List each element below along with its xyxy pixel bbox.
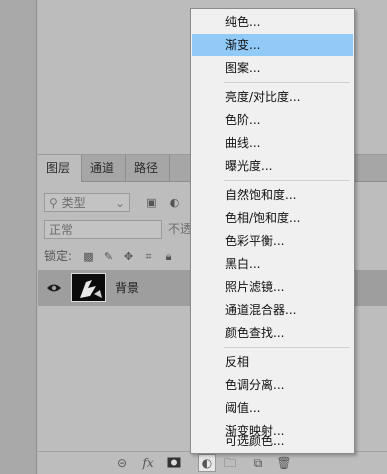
left-panel-strip <box>0 0 37 474</box>
folder-icon[interactable]: 🗀︎ <box>222 455 238 471</box>
menu-item-posterize[interactable]: 色调分离... <box>192 374 353 396</box>
chevron-down-icon: ⌄ <box>114 196 125 210</box>
menu-item-brightness-contrast[interactable]: 亮度/对比度... <box>192 86 353 108</box>
menu-item-curves[interactable]: 曲线... <box>192 132 353 154</box>
visibility-toggle[interactable] <box>38 270 69 306</box>
lock-brush-icon[interactable]: ✎ <box>102 250 115 263</box>
tab-channels[interactable]: 通道 <box>82 155 126 182</box>
trash-icon[interactable]: 🗑︎ <box>276 455 292 471</box>
menu-separator <box>224 180 350 181</box>
blend-mode-select[interactable]: 正常 <box>44 220 162 239</box>
lock-move-icon[interactable]: ✥ <box>122 250 135 263</box>
filter-kind-label: 类型 <box>61 196 86 210</box>
layer-thumbnail-image <box>80 280 102 298</box>
opacity-label: 不透 <box>168 222 193 236</box>
eye-icon <box>47 284 61 292</box>
lock-artboard-icon[interactable]: ⌗ <box>142 250 155 263</box>
menu-item-channel-mixer[interactable]: 通道混合器... <box>192 299 353 321</box>
menu-item-vibrance[interactable]: 自然饱和度... <box>192 184 353 206</box>
menu-item-exposure[interactable]: 曝光度... <box>192 155 353 177</box>
layer-name[interactable]: 背景 <box>115 270 139 306</box>
menu-item-selective-color[interactable]: 可选颜色... <box>192 431 353 451</box>
menu-item-levels[interactable]: 色阶... <box>192 109 353 131</box>
menu-item-solid-color[interactable]: 纯色... <box>192 11 353 33</box>
adjustment-layer-menu: 纯色... 渐变... 图案... 亮度/对比度... 色阶... 曲线... … <box>190 8 355 454</box>
menu-item-black-white[interactable]: 黑白... <box>192 253 353 275</box>
adjustment-filter-icon[interactable]: ◐ <box>168 196 181 209</box>
lock-all-icon[interactable]: 🔒︎ <box>162 250 175 263</box>
layers-bottom-bar: ⊝ fx ◐ 🗀︎ ⧉ 🗑︎ <box>38 451 387 474</box>
tab-paths[interactable]: 路径 <box>126 155 170 182</box>
blend-mode-value: 正常 <box>49 223 74 237</box>
layer-thumbnail <box>71 273 106 302</box>
image-filter-icon[interactable]: ▣ <box>145 196 158 209</box>
menu-item-hue-saturation[interactable]: 色相/饱和度... <box>192 207 353 229</box>
menu-item-photo-filter[interactable]: 照片滤镜... <box>192 276 353 298</box>
menu-item-invert[interactable]: 反相 <box>192 351 353 373</box>
new-layer-icon[interactable]: ⧉ <box>250 455 266 471</box>
mask-icon[interactable] <box>166 455 182 471</box>
tab-layers[interactable]: 图层 <box>38 155 82 182</box>
menu-item-color-lookup[interactable]: 颜色查找... <box>192 322 353 344</box>
adjustment-layer-icon[interactable]: ◐ <box>198 454 216 472</box>
menu-item-pattern[interactable]: 图案... <box>192 57 353 79</box>
link-icon[interactable]: ⊝ <box>114 455 130 471</box>
menu-item-gradient[interactable]: 渐变... <box>192 34 353 56</box>
menu-item-color-balance[interactable]: 色彩平衡... <box>192 230 353 252</box>
menu-item-threshold[interactable]: 阈值... <box>192 397 353 419</box>
lock-label: 锁定: <box>44 249 73 263</box>
filter-kind-select[interactable]: ⚲ 类型 ⌄ <box>44 193 130 212</box>
lock-transparent-icon[interactable]: ▩ <box>82 250 95 263</box>
search-icon: ⚲ <box>49 196 58 210</box>
fx-icon[interactable]: fx <box>140 455 156 471</box>
menu-separator <box>224 347 350 348</box>
menu-separator <box>224 82 350 83</box>
